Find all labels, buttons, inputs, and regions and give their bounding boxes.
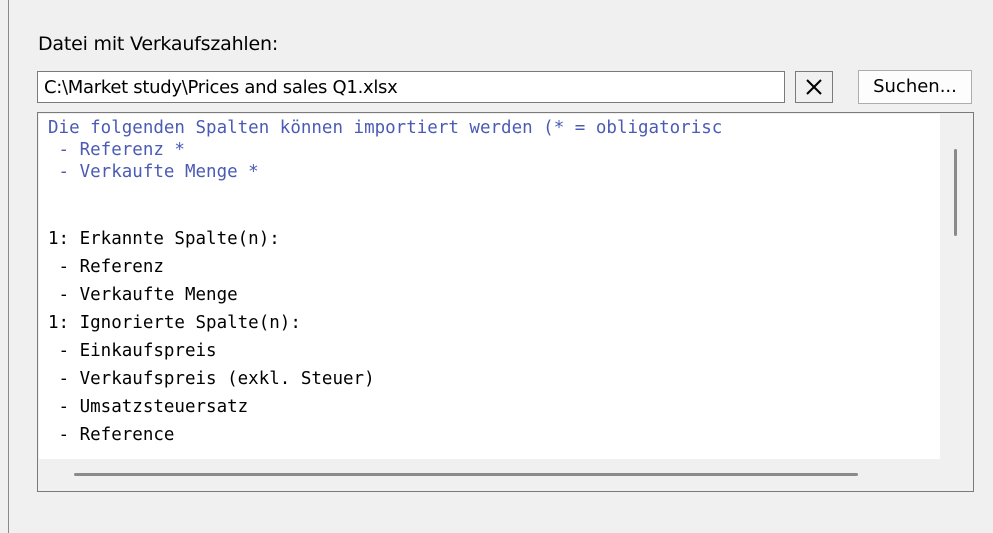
log-line: - Referenz bbox=[48, 257, 164, 277]
log-line: 1: Erkannte Spalte(n): bbox=[48, 229, 280, 249]
log-line: - Verkaufte Menge bbox=[48, 285, 238, 305]
import-dialog-panel: Datei mit Verkaufszahlen: Suchen... Die … bbox=[0, 0, 993, 533]
vertical-scroll-thumb[interactable] bbox=[954, 149, 957, 236]
log-line: - Verkaufspreis (exkl. Steuer) bbox=[48, 369, 375, 389]
horizontal-scrollbar[interactable] bbox=[39, 459, 973, 491]
vertical-scrollbar[interactable] bbox=[940, 114, 973, 459]
log-line: Die folgenden Spalten können importiert … bbox=[48, 118, 723, 138]
horizontal-scroll-thumb[interactable] bbox=[74, 473, 858, 476]
file-label: Datei mit Verkaufszahlen: bbox=[38, 33, 279, 55]
panel-left-border bbox=[8, 0, 9, 533]
file-path-input[interactable] bbox=[37, 71, 785, 103]
log-line: - Reference bbox=[48, 425, 175, 445]
log-line: - Referenz * bbox=[48, 140, 185, 160]
browse-button[interactable]: Suchen... bbox=[858, 70, 972, 104]
close-icon bbox=[805, 78, 823, 96]
import-log-text[interactable]: Die folgenden Spalten können importiert … bbox=[39, 114, 940, 459]
import-log-box[interactable]: Die folgenden Spalten können importiert … bbox=[37, 112, 974, 492]
clear-path-button[interactable] bbox=[795, 71, 833, 103]
log-line: 1: Ignorierte Spalte(n): bbox=[48, 313, 301, 333]
log-line: - Verkaufte Menge * bbox=[48, 162, 259, 182]
log-line: - Umsatzsteuersatz bbox=[48, 397, 249, 417]
log-line: - Einkaufspreis bbox=[48, 341, 217, 361]
